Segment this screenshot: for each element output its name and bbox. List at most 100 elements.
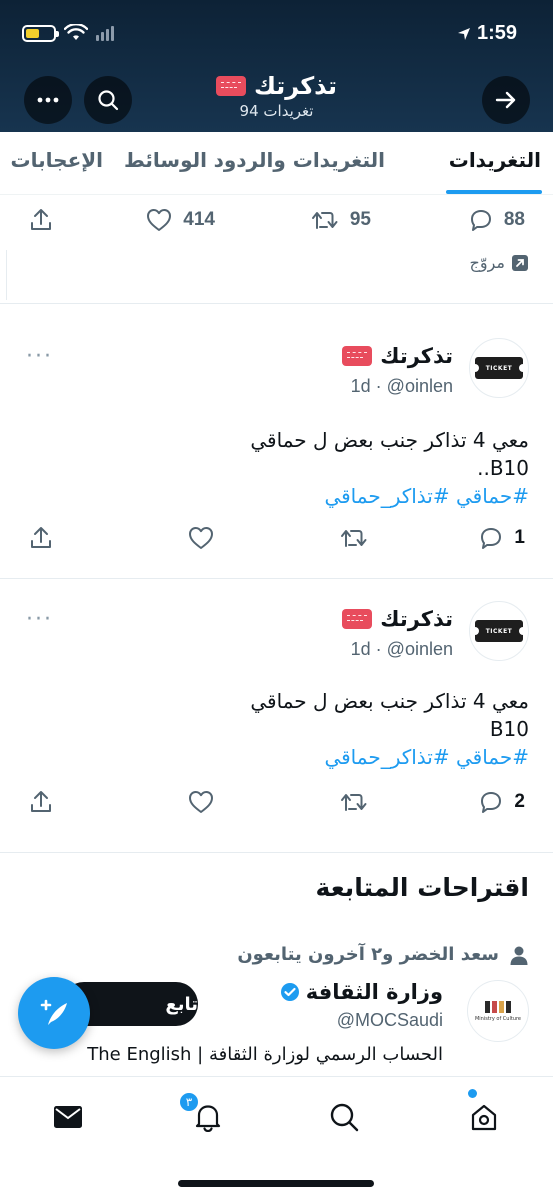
tweet-divider bbox=[0, 852, 553, 853]
avatar-caption: Ministry of Culture bbox=[474, 1015, 522, 1022]
share-icon bbox=[31, 209, 51, 230]
reply-icon bbox=[481, 792, 502, 813]
clock-text: 1:59 bbox=[476, 22, 517, 44]
notification-badge: ٣ bbox=[178, 1091, 200, 1113]
tab-media[interactable]: الوسائط bbox=[124, 148, 207, 172]
tweet-more-button[interactable]: ··· bbox=[26, 607, 53, 632]
home-icon bbox=[471, 1104, 497, 1131]
tab-likes[interactable]: الإعجابات bbox=[11, 148, 103, 172]
ticket-logo-icon: TICKET bbox=[471, 620, 527, 642]
nav-search[interactable] bbox=[322, 1095, 366, 1139]
promoted-icon bbox=[512, 254, 528, 271]
tweet-text: معي 4 تذاكر جنب بعض ل حماقي B10.. bbox=[49, 426, 529, 482]
search-icon bbox=[330, 1103, 359, 1132]
suggested-account-handle: @MOCSaudi bbox=[336, 1010, 443, 1030]
share-button[interactable] bbox=[28, 782, 54, 822]
nav-home[interactable] bbox=[462, 1095, 506, 1139]
tweet-text: معي 4 تذاكر جنب بعض ل حماقي B10 bbox=[49, 687, 529, 743]
compose-icon bbox=[40, 999, 67, 1025]
like-button[interactable] bbox=[187, 518, 215, 558]
avatar[interactable]: Ministry of Culture bbox=[467, 980, 529, 1042]
profile-header: 1:59 تذكرتك 94 تغريدات bbox=[0, 0, 553, 132]
reply-button[interactable]: 1 bbox=[478, 518, 525, 558]
avatar[interactable]: TICKET bbox=[469, 338, 529, 398]
suggested-account-bio: الحساب الرسمي لوزارة الثقافة | The Engli… bbox=[87, 1044, 443, 1065]
tweet-count: 94 تغريدات bbox=[239, 102, 314, 120]
tweet-more-button[interactable]: ··· bbox=[26, 344, 53, 369]
follow-context: سعد الخضر و٢ آخرون يتابعون bbox=[237, 944, 529, 965]
retweet-button[interactable] bbox=[339, 518, 369, 558]
like-button[interactable]: 414 bbox=[145, 200, 215, 240]
tweet-card[interactable]: TICKET تذكرتك 1d · @oinlen ··· معي 4 تذا… bbox=[0, 304, 553, 578]
tweet-text-line: B10.. bbox=[477, 456, 529, 480]
ticket-emoji-icon bbox=[342, 609, 373, 629]
promoted-text: مروّج bbox=[469, 253, 505, 272]
reply-icon bbox=[481, 528, 502, 549]
suggestions-title: اقتراحات المتابعة bbox=[315, 873, 529, 902]
share-icon bbox=[31, 791, 51, 812]
tab-tweets-replies[interactable]: التغريدات والردود bbox=[214, 148, 385, 172]
reply-button[interactable]: 88 bbox=[468, 200, 525, 240]
like-icon bbox=[189, 791, 213, 813]
share-icon bbox=[31, 527, 51, 548]
promoted-label: مروّج bbox=[470, 253, 529, 272]
retweet-button[interactable]: 95 bbox=[310, 200, 371, 240]
home-unread-dot bbox=[468, 1089, 477, 1098]
tweet-author-name[interactable]: تذكرتك bbox=[342, 607, 453, 631]
status-indicators bbox=[22, 24, 114, 42]
tweet-actions: 1 bbox=[0, 518, 553, 558]
tweet-text-line: معي 4 تذاكر جنب بعض ل حماقي bbox=[250, 428, 529, 452]
compose-tweet-button[interactable] bbox=[18, 977, 90, 1049]
tweet-meta: 1d · @oinlen bbox=[350, 639, 453, 659]
culture-logo-icon bbox=[485, 1000, 511, 1013]
tweet-actions: 2 bbox=[0, 782, 553, 822]
reply-count: 88 bbox=[503, 209, 525, 230]
suggested-account-name[interactable]: وزارة الثقافة bbox=[280, 980, 443, 1004]
tweet-actions: 88 95 414 bbox=[0, 200, 553, 240]
like-count: 414 bbox=[183, 209, 215, 230]
profile-name-row: تذكرتك bbox=[215, 72, 338, 100]
retweet-button[interactable] bbox=[339, 782, 369, 822]
tab-tweets[interactable]: التغريدات bbox=[449, 148, 541, 172]
tweet-text-line: B10 bbox=[489, 717, 529, 741]
tweet-author-name[interactable]: تذكرتك bbox=[342, 344, 453, 368]
reply-count: 1 bbox=[514, 527, 525, 548]
mail-icon bbox=[54, 1106, 82, 1128]
active-tab-indicator bbox=[446, 190, 542, 194]
reply-count: 2 bbox=[514, 791, 525, 812]
location-icon bbox=[457, 27, 470, 40]
share-button[interactable] bbox=[28, 518, 54, 558]
retweet-icon bbox=[311, 212, 338, 229]
reply-icon bbox=[470, 210, 491, 231]
tweet-hashtags[interactable]: #حماقي #تذاكر_حماقي bbox=[324, 484, 529, 508]
person-icon bbox=[510, 946, 528, 965]
tweet-text-line: معي 4 تذاكر جنب بعض ل حماقي bbox=[250, 689, 529, 713]
retweet-count: 95 bbox=[349, 209, 371, 230]
avatar[interactable]: TICKET bbox=[469, 601, 529, 661]
tweet-hashtags[interactable]: #حماقي #تذاكر_حماقي bbox=[324, 745, 529, 769]
verified-icon bbox=[280, 983, 299, 1001]
thread-edge bbox=[6, 250, 7, 300]
share-button[interactable] bbox=[28, 200, 54, 240]
home-indicator[interactable] bbox=[178, 1180, 374, 1187]
follow-button-label: تابع bbox=[165, 993, 198, 1015]
like-icon bbox=[189, 527, 213, 549]
cell-signal-icon bbox=[96, 25, 114, 41]
tweet-card[interactable]: TICKET تذكرتك 1d · @oinlen ··· معي 4 تذا… bbox=[0, 579, 553, 852]
like-button[interactable] bbox=[187, 782, 215, 822]
wifi-icon bbox=[64, 24, 88, 40]
profile-name: تذكرتك bbox=[253, 72, 338, 100]
retweet-icon bbox=[341, 794, 367, 811]
ticket-logo-icon: TICKET bbox=[471, 357, 527, 379]
reply-button[interactable]: 2 bbox=[478, 782, 525, 822]
status-time: 1:59 bbox=[457, 22, 517, 45]
like-icon bbox=[147, 209, 172, 231]
header-title: تذكرتك 94 تغريدات bbox=[0, 72, 553, 120]
battery-icon bbox=[22, 24, 59, 42]
ticket-emoji-icon bbox=[342, 346, 373, 366]
nav-messages[interactable] bbox=[46, 1095, 90, 1139]
retweet-icon bbox=[341, 530, 367, 547]
profile-tabs: التغريدات التغريدات والردود الوسائط الإع… bbox=[0, 132, 553, 195]
tweet-meta: 1d · @oinlen bbox=[350, 376, 453, 396]
follow-context-text: سعد الخضر و٢ آخرون يتابعون bbox=[237, 944, 499, 965]
